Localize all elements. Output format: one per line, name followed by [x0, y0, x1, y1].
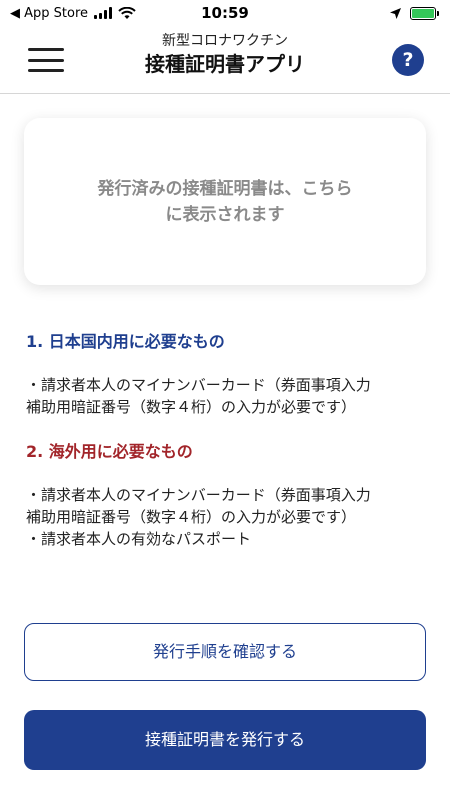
status-right [389, 6, 439, 20]
help-button[interactable]: ? [392, 44, 424, 76]
overseas-heading: 2. 海外用に必要なもの [26, 442, 193, 461]
page-title: 接種証明書アプリ [145, 52, 305, 76]
check-procedure-button[interactable]: 発行手順を確認する [24, 623, 426, 681]
domestic-requirements: 1. 日本国内用に必要なもの ・請求者本人のマイナンバーカード（券面事項入力 補… [26, 328, 426, 418]
location-arrow-icon [390, 7, 401, 19]
wifi-icon [118, 6, 136, 19]
cellular-signal-icon [94, 7, 113, 19]
status-bar: ◀ App Store 10:59 [0, 0, 450, 26]
overseas-item: ・請求者本人の有効なパスポート [26, 530, 252, 548]
certificate-placeholder-line1: 発行済みの接種証明書は、こちら [97, 178, 353, 199]
domestic-heading: 1. 日本国内用に必要なもの [26, 332, 225, 351]
overseas-requirements: 2. 海外用に必要なもの ・請求者本人のマイナンバーカード（券面事項入力 補助用… [26, 438, 426, 550]
back-to-app-store-link[interactable]: ◀ App Store [10, 6, 88, 21]
header-subtitle: 新型コロナワクチン [162, 33, 288, 49]
certificate-placeholder-text: 発行済みの接種証明書は、こちら に表示されます [65, 176, 385, 228]
header-titles: 新型コロナワクチン 接種証明書アプリ [0, 32, 450, 78]
certificate-placeholder-card: 発行済みの接種証明書は、こちら に表示されます [24, 118, 426, 285]
status-left: ◀ App Store [10, 6, 136, 21]
domestic-item: ・請求者本人のマイナンバーカード（券面事項入力 [26, 376, 371, 394]
app-header: 新型コロナワクチン 接種証明書アプリ ? [0, 26, 450, 94]
overseas-item: ・請求者本人のマイナンバーカード（券面事項入力 [26, 486, 371, 504]
overseas-item: 補助用暗証番号（数字４桁）の入力が必要です） [26, 508, 357, 526]
certificate-placeholder-line2: に表示されます [165, 204, 285, 225]
issue-certificate-button[interactable]: 接種証明書を発行する [24, 710, 426, 770]
battery-charging-icon [410, 6, 439, 20]
domestic-item: 補助用暗証番号（数字４桁）の入力が必要です） [26, 398, 357, 416]
